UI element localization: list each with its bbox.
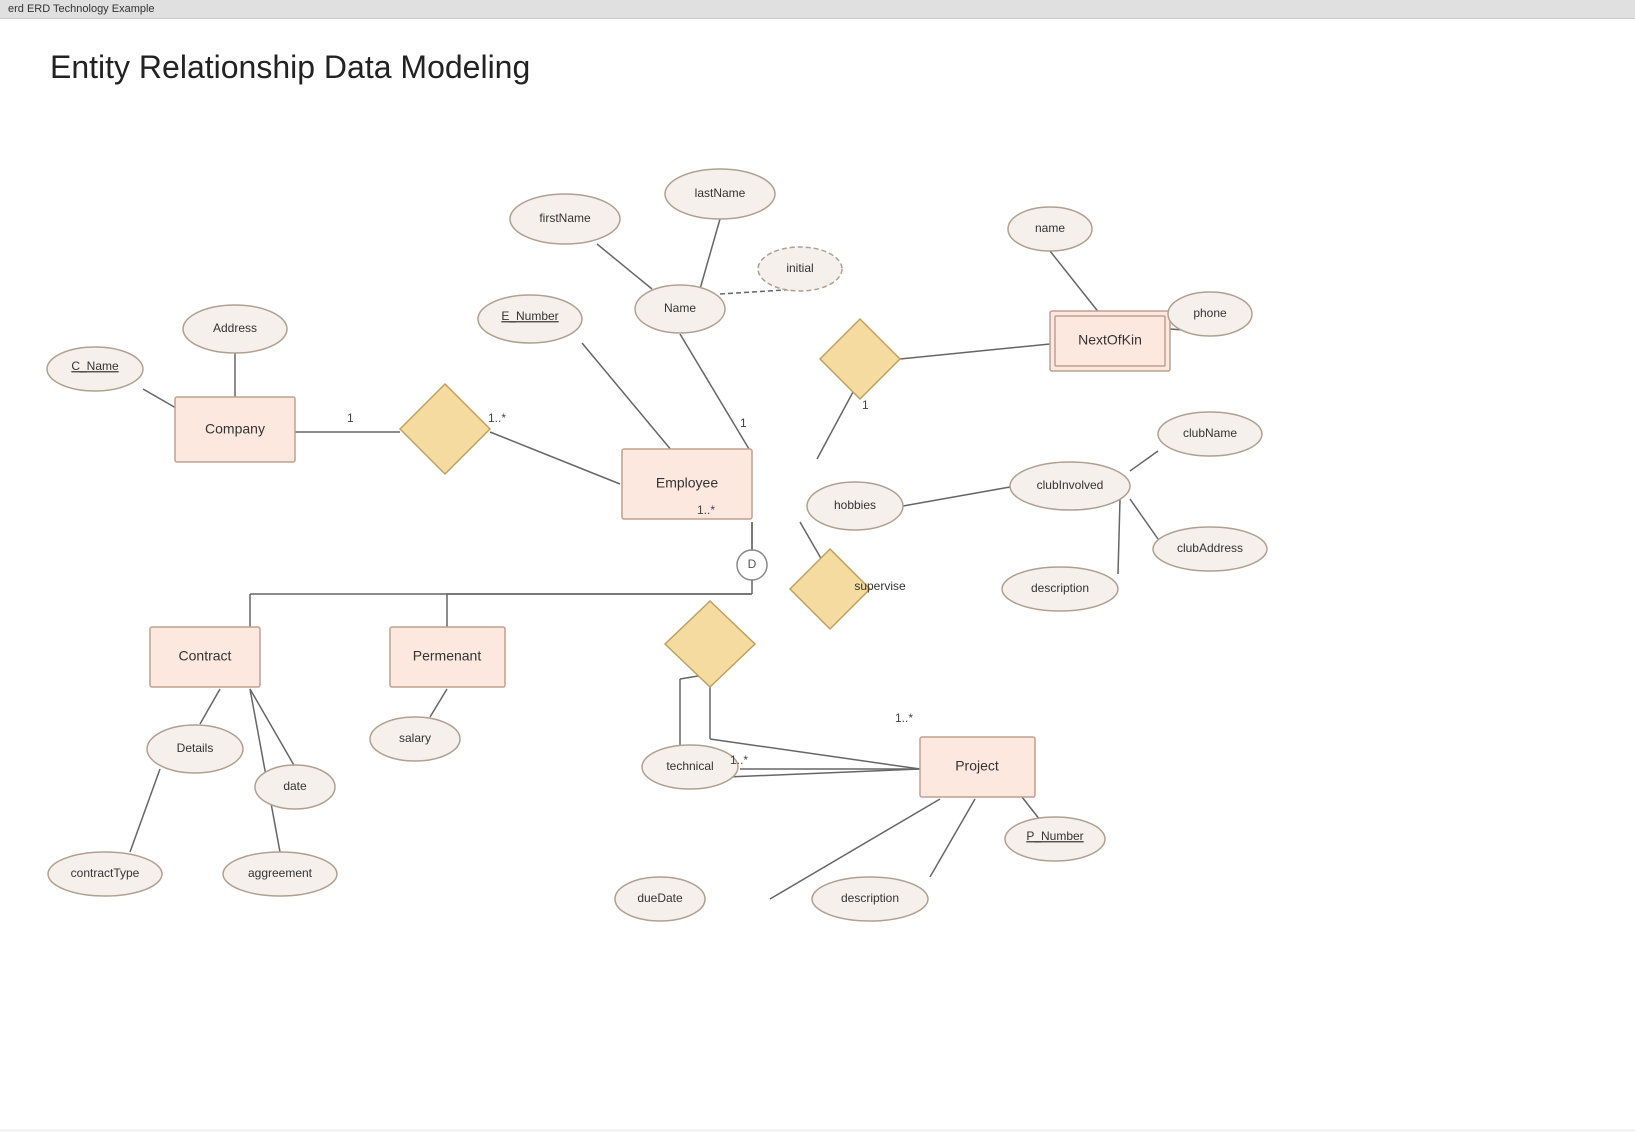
- svg-text:dueDate: dueDate: [637, 891, 683, 905]
- erd-diagram: Company Employee NextOfKin Contract Perm…: [0, 19, 1635, 1129]
- svg-text:Details: Details: [177, 741, 214, 755]
- svg-text:D: D: [748, 557, 757, 571]
- svg-text:salary: salary: [399, 731, 431, 745]
- tab-bar: erd ERD Technology Example: [0, 0, 1635, 19]
- svg-text:NextOfKin: NextOfKin: [1078, 332, 1142, 348]
- svg-text:Contract: Contract: [179, 648, 232, 664]
- svg-text:Name: Name: [664, 301, 696, 315]
- svg-text:1..*: 1..*: [488, 411, 506, 425]
- svg-text:hobbies: hobbies: [834, 498, 876, 512]
- svg-text:clubAddress: clubAddress: [1177, 541, 1243, 555]
- svg-text:date: date: [283, 779, 307, 793]
- svg-text:description: description: [1031, 581, 1089, 595]
- svg-text:supervise: supervise: [854, 579, 906, 593]
- svg-text:Project: Project: [955, 758, 999, 774]
- svg-text:contractType: contractType: [71, 866, 140, 880]
- svg-text:technical: technical: [666, 759, 713, 773]
- svg-text:clubName: clubName: [1183, 426, 1237, 440]
- svg-text:1..*: 1..*: [697, 503, 715, 517]
- svg-text:clubInvolved: clubInvolved: [1037, 478, 1104, 492]
- svg-text:firstName: firstName: [539, 211, 591, 225]
- svg-text:1..*: 1..*: [895, 711, 913, 725]
- svg-text:1: 1: [862, 398, 869, 412]
- main-canvas: Entity Relationship Data Modeling: [0, 19, 1635, 1129]
- svg-text:E_Number: E_Number: [501, 309, 558, 323]
- svg-text:initial: initial: [786, 261, 813, 275]
- svg-text:aggreement: aggreement: [248, 866, 313, 880]
- svg-text:P_Number: P_Number: [1026, 829, 1083, 843]
- svg-text:Permenant: Permenant: [413, 648, 482, 664]
- svg-text:1..*: 1..*: [730, 753, 748, 767]
- svg-text:lastName: lastName: [695, 186, 746, 200]
- svg-text:Address: Address: [213, 321, 257, 335]
- svg-text:1: 1: [740, 416, 747, 430]
- svg-text:Company: Company: [205, 421, 265, 437]
- svg-text:name: name: [1035, 221, 1065, 235]
- svg-text:C_Name: C_Name: [71, 359, 119, 373]
- svg-text:Employee: Employee: [656, 475, 718, 491]
- svg-text:phone: phone: [1193, 306, 1227, 320]
- svg-text:description: description: [841, 891, 899, 905]
- tab-label: erd ERD Technology Example: [8, 3, 155, 15]
- svg-text:1: 1: [347, 411, 354, 425]
